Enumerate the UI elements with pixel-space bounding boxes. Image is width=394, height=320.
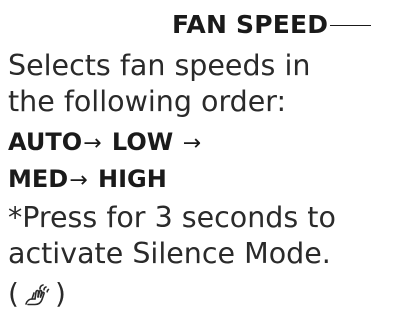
sequence-line-2: MED→ HIGH [8, 162, 167, 198]
sequence-arrow-1: → [83, 131, 102, 156]
silence-mode-hand-icon [23, 280, 53, 310]
description-line-2: the following order: [8, 85, 287, 118]
callout-leader-line [330, 24, 372, 26]
fan-speed-section: FAN SPEED Selects fan speeds in the foll… [0, 0, 394, 320]
description-line-1: Selects fan speeds in [8, 49, 311, 82]
open-paren: ( [8, 277, 19, 310]
fan-speed-heading: FAN SPEED [172, 9, 329, 39]
sequence-arrow-2: → [182, 131, 202, 156]
sequence-arrow-3: → [69, 168, 88, 193]
sequence-step-auto: AUTO [8, 128, 83, 156]
silence-mode-symbol: ( ) [8, 276, 66, 312]
sequence-step-med: MED [8, 165, 69, 193]
sequence-line-1: AUTO→ LOW → [8, 125, 203, 161]
sequence-step-high: HIGH [98, 165, 167, 193]
close-paren: ) [54, 277, 66, 310]
sequence-step-low: LOW [111, 128, 174, 156]
note-line-1: *Press for 3 seconds to [8, 201, 336, 234]
note-line-2: activate Silence Mode. [8, 237, 331, 270]
heading-row: FAN SPEED [172, 7, 372, 41]
